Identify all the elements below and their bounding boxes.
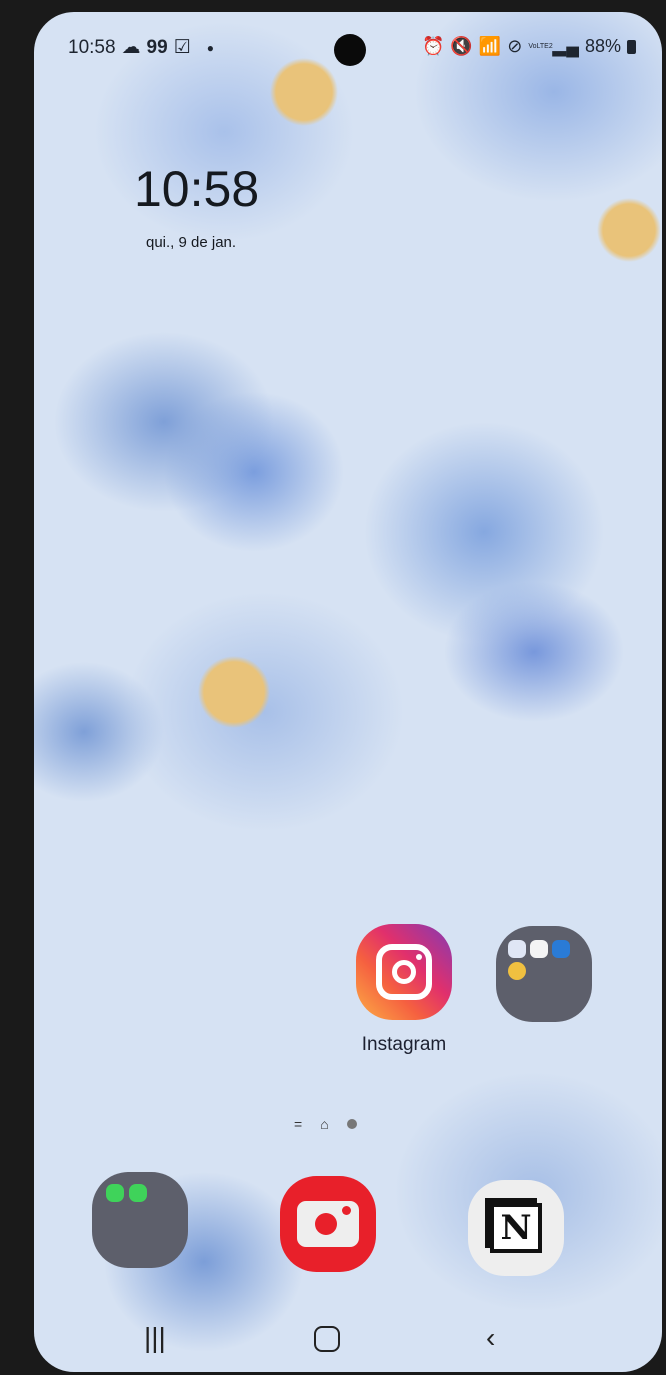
notion-icon: N [490, 1203, 542, 1253]
chrome-icon [508, 962, 526, 980]
mute-icon: 🔇 [450, 36, 473, 56]
whatsapp-business-icon [129, 1184, 147, 1202]
alarm-icon: ⏰ [422, 36, 445, 56]
page-indicator[interactable]: = ⌂ [294, 1116, 357, 1132]
checkbox-icon: ☑ [173, 37, 191, 58]
back-button[interactable]: ‹ [486, 1322, 495, 1354]
instagram-icon [376, 944, 432, 1000]
battery-percent: 88% [584, 36, 621, 56]
wifi-icon: 📶 [478, 36, 502, 56]
app-icon-mini [508, 940, 526, 958]
home-page-icon: ⌂ [320, 1116, 329, 1132]
volte-label: VoLTE2 [528, 42, 553, 50]
menu-page-icon: = [294, 1116, 303, 1132]
status-time: 10:58 [68, 36, 116, 58]
home-screen: 10:58 ☁ 99 ☑ ● ⏰ 🔇 📶 ⊘ VoLTE2 ▂▄ 88% 10:… [34, 12, 662, 1372]
camera-app[interactable] [280, 1176, 376, 1272]
notification-count: 99 [146, 36, 168, 58]
instagram-label: Instagram [361, 1034, 447, 1055]
outlook-icon [552, 940, 570, 958]
battery-icon [627, 39, 636, 54]
app-folder-google[interactable] [496, 926, 592, 1022]
instagram-app[interactable] [356, 924, 452, 1020]
gmail-icon [530, 940, 548, 958]
whatsapp-folder[interactable] [92, 1172, 188, 1268]
recent-apps-button[interactable]: ||| [144, 1322, 166, 1354]
dot-icon: ● [206, 40, 214, 55]
notion-app[interactable]: N [468, 1180, 564, 1276]
camera-icon [297, 1201, 359, 1247]
date-label: qui., 9 de jan. [146, 234, 237, 251]
clock-widget[interactable]: 10:58 [134, 160, 259, 218]
whatsapp-icon [106, 1184, 124, 1202]
home-button[interactable] [314, 1326, 340, 1352]
page-dot-icon [346, 1119, 357, 1129]
cloud-icon: ☁ [121, 37, 141, 58]
do-not-disturb-icon: ⊘ [507, 36, 523, 56]
front-camera [334, 34, 366, 66]
signal-icon: ▂▄ [552, 36, 579, 56]
